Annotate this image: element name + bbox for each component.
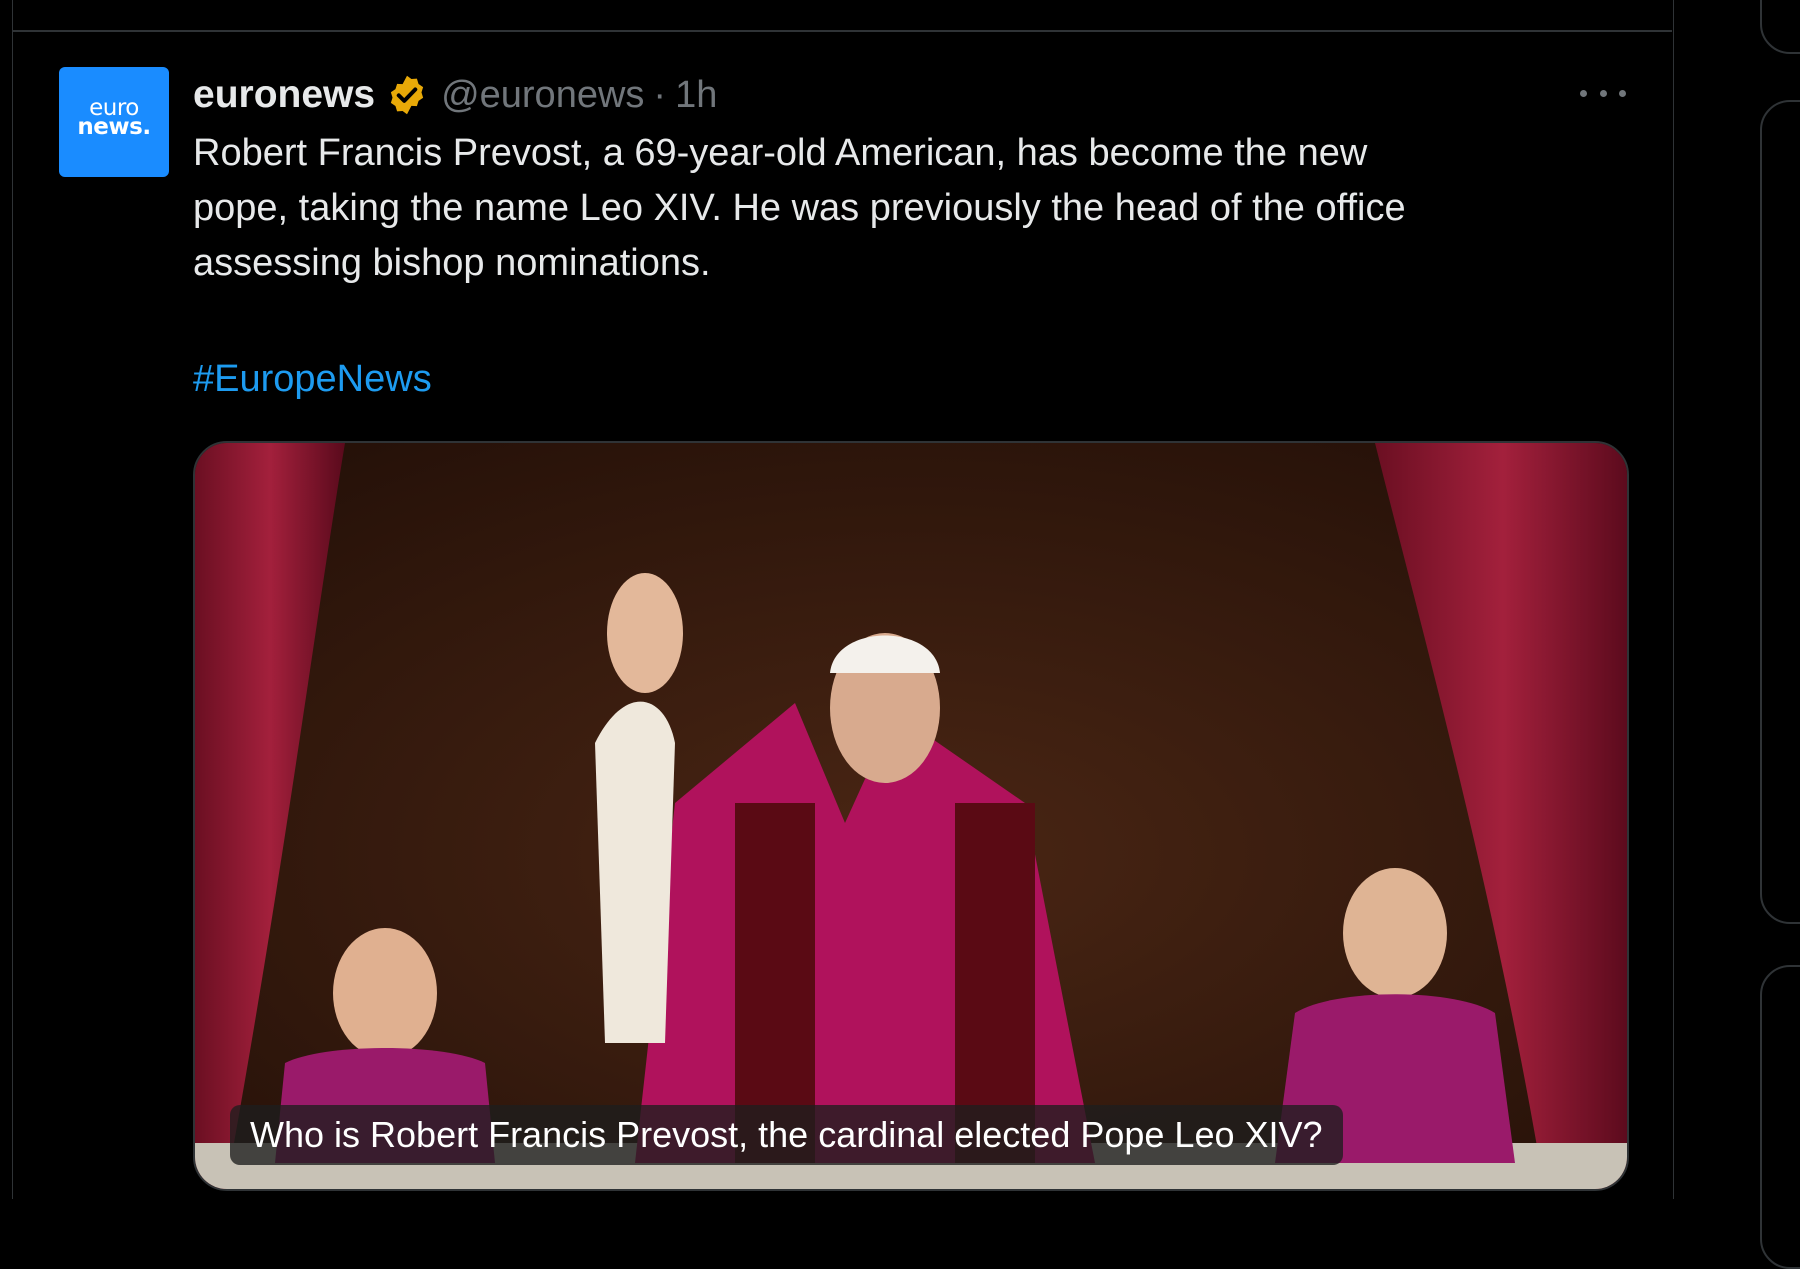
waving-hand xyxy=(607,573,683,693)
left-person-face xyxy=(333,928,437,1058)
post-text: Robert Francis Prevost, a 69-year-old Am… xyxy=(193,126,1573,291)
verified-badge-icon[interactable] xyxy=(385,73,429,117)
post-text-line: assessing bishop nominations. xyxy=(193,242,711,284)
post-divider xyxy=(12,30,1672,32)
right-sidebar xyxy=(1760,0,1800,1269)
display-name[interactable]: euronews xyxy=(193,73,375,117)
post-text-line: Robert Francis Prevost, a 69-year-old Am… xyxy=(193,132,1368,174)
user-handle[interactable]: @euronews xyxy=(441,74,644,117)
right-person-face xyxy=(1343,868,1447,998)
post-timestamp[interactable]: 1h xyxy=(675,74,717,117)
pope-balcony-photo xyxy=(195,443,1627,1189)
sidebar-card[interactable] xyxy=(1760,100,1800,924)
avatar[interactable]: euro news. xyxy=(59,67,169,177)
media-caption: Who is Robert Francis Prevost, the cardi… xyxy=(230,1105,1343,1165)
post-header: euronews @euronews · 1h xyxy=(193,70,717,120)
more-options-icon[interactable] xyxy=(1580,78,1626,108)
post-text-line: pope, taking the name Leo XIV. He was pr… xyxy=(193,187,1406,229)
sidebar-card[interactable] xyxy=(1760,965,1800,1269)
pope-arm xyxy=(595,701,675,1043)
hashtag-link[interactable]: #EuropeNews xyxy=(193,352,432,407)
separator-dot: · xyxy=(653,73,667,116)
post-media-image[interactable]: Who is Robert Francis Prevost, the cardi… xyxy=(193,441,1629,1191)
avatar-line-2: news. xyxy=(77,114,151,140)
sidebar-card[interactable] xyxy=(1760,0,1800,54)
euronews-logo: euro news. xyxy=(77,97,151,140)
